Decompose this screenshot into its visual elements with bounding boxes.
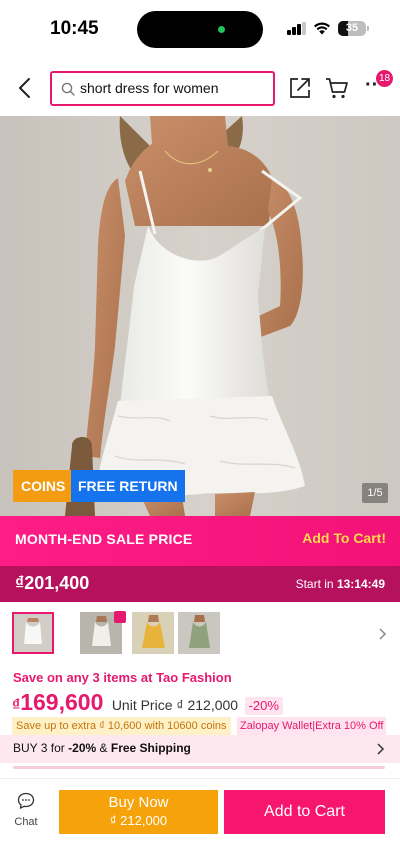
sale-title: MONTH-END SALE PRICE xyxy=(15,531,193,547)
variant-thumbnail-yellow[interactable] xyxy=(132,612,174,654)
store-promo-text: Save on any 3 items at Tao Fashion xyxy=(13,670,232,685)
variant-thumbnail-white[interactable] xyxy=(12,612,54,654)
bottom-action-bar: Chat Buy Now ₫ 212,000 Add to Cart xyxy=(0,778,400,868)
price-row: ₫169,600 Unit Price ₫ 212,000 -20% xyxy=(12,689,283,717)
promo-pills: Save up to extra ₫ 10,600 with 10600 coi… xyxy=(12,716,387,735)
countdown-label: Start in xyxy=(295,577,334,591)
discount-badge: -20% xyxy=(244,697,283,715)
coins-tag: COINS xyxy=(13,470,74,502)
chevron-right-icon[interactable] xyxy=(378,627,388,641)
chat-button[interactable]: Chat xyxy=(8,792,44,832)
wallet-offer-pill[interactable]: Zalopay Wallet|Extra 10% Off xyxy=(236,717,387,735)
cellular-signal-icon xyxy=(287,22,307,35)
battery-icon: 35 xyxy=(338,21,366,36)
status-bar: 10:45 35 xyxy=(0,0,400,60)
search-query-text: short dress for women xyxy=(80,80,219,96)
back-icon[interactable] xyxy=(12,74,38,102)
status-time: 10:45 xyxy=(50,18,99,39)
cart-icon[interactable] xyxy=(325,76,349,100)
coins-savings-pill[interactable]: Save up to extra ₫ 10,600 with 10600 coi… xyxy=(12,717,231,735)
bundle-items-strip xyxy=(13,766,385,769)
free-return-tag: FREE RETURN xyxy=(71,470,185,502)
buy-now-label: Buy Now xyxy=(108,794,169,811)
variant-thumbnail-green[interactable] xyxy=(178,612,220,654)
chevron-right-icon xyxy=(377,743,385,755)
product-photo xyxy=(0,116,400,516)
bundle-shipping: Free Shipping xyxy=(110,741,191,755)
image-counter: 1/5 xyxy=(362,483,388,503)
chat-label: Chat xyxy=(14,816,38,828)
countdown-timer: 13:14:49 xyxy=(336,577,385,591)
bundle-prefix: BUY 3 for xyxy=(13,741,65,755)
bundle-offer-text: BUY 3 for -20% & Free Shipping xyxy=(13,741,191,755)
bundle-discount: -20% xyxy=(68,741,97,755)
camera-indicator-dot xyxy=(218,26,225,33)
search-input[interactable]: short dress for women xyxy=(50,71,275,106)
product-image-carousel[interactable] xyxy=(0,116,400,516)
sale-price: ₫201,400 xyxy=(15,573,90,593)
price-currency: ₫ xyxy=(12,697,21,714)
hot-badge-icon xyxy=(114,611,126,623)
bundle-joiner: & xyxy=(99,741,108,755)
sale-price-bar: ₫201,400 Start in 13:14:49 xyxy=(0,566,400,602)
notification-badge: 18 xyxy=(376,70,394,87)
buy-now-button[interactable]: Buy Now ₫ 212,000 xyxy=(59,790,218,834)
sale-countdown: Start in 13:14:49 xyxy=(296,577,385,591)
battery-cap xyxy=(367,26,369,31)
wifi-icon xyxy=(314,22,330,35)
share-icon[interactable] xyxy=(288,76,312,100)
search-icon xyxy=(61,82,75,96)
add-to-cart-button[interactable]: Add to Cart xyxy=(224,790,385,834)
chat-icon xyxy=(17,792,35,809)
dynamic-island xyxy=(137,11,263,48)
sale-add-to-cart-link[interactable]: Add To Cart! xyxy=(302,530,386,546)
bundle-offer-row[interactable]: BUY 3 for -20% & Free Shipping xyxy=(0,735,400,763)
top-nav-bar: short dress for women ··· xyxy=(0,60,400,116)
variant-thumbnails xyxy=(0,602,400,662)
discounted-price: 169,600 xyxy=(20,689,104,715)
battery-percentage: 35 xyxy=(345,22,359,34)
unit-price: Unit Price ₫ 212,000 xyxy=(111,697,239,713)
month-end-sale-banner: MONTH-END SALE PRICE Add To Cart! xyxy=(0,516,400,566)
buy-now-price: ₫ 212,000 xyxy=(109,813,168,828)
